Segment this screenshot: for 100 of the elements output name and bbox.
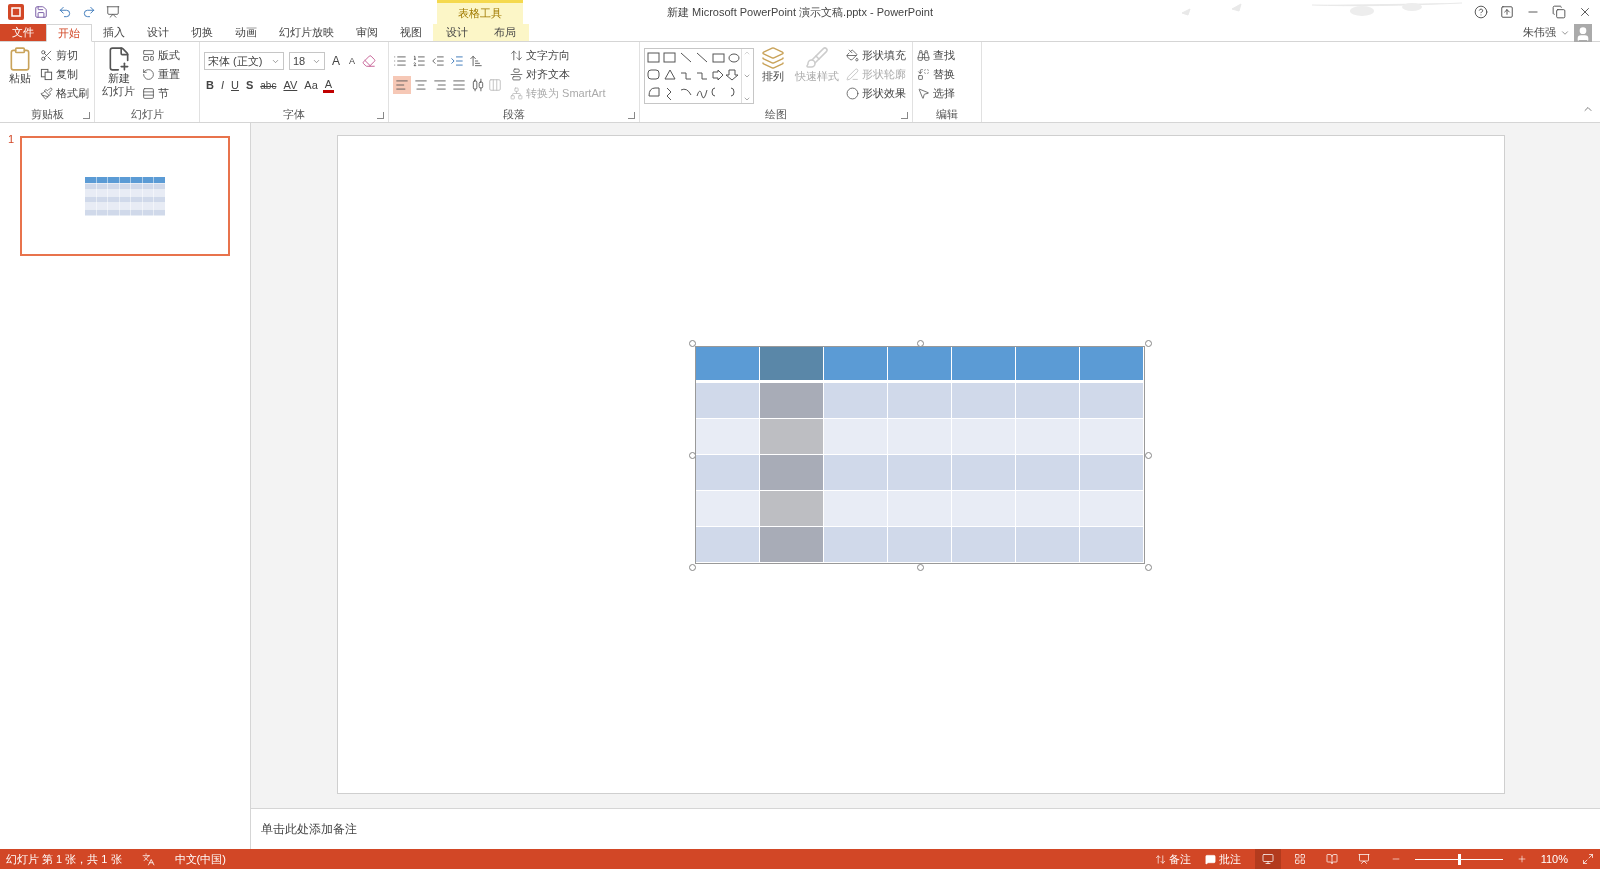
table-cell[interactable] — [823, 526, 888, 563]
slide-canvas[interactable] — [336, 135, 1505, 794]
format-button[interactable]: A — [322, 77, 335, 93]
launcher-icon[interactable] — [377, 112, 384, 119]
comments-button[interactable]: 批注 — [1204, 851, 1241, 867]
table-cell[interactable] — [1015, 418, 1080, 455]
format-button[interactable]: B — [204, 79, 216, 91]
format-button[interactable]: U — [229, 79, 241, 91]
table-cell[interactable] — [1079, 346, 1144, 383]
table-cell[interactable] — [887, 382, 952, 419]
ribbon-tab[interactable]: 设计 — [136, 24, 180, 41]
selection-handle[interactable] — [916, 339, 924, 347]
ribbon-button[interactable]: 重置 — [142, 66, 180, 82]
table-cell[interactable] — [1015, 454, 1080, 491]
notes-button[interactable]: 备注 — [1154, 851, 1191, 867]
ribbon-button[interactable]: 形状效果 — [846, 85, 906, 101]
ribbon-button[interactable]: 查找 — [917, 47, 955, 63]
launcher-icon[interactable] — [628, 112, 635, 119]
language[interactable]: 中文(中国) — [174, 851, 226, 867]
table-cell[interactable] — [887, 418, 952, 455]
table-cell[interactable] — [823, 454, 888, 491]
format-button[interactable]: AV — [281, 79, 300, 91]
table-cell[interactable] — [1015, 526, 1080, 563]
table-cell[interactable] — [1079, 454, 1144, 491]
table-cell[interactable] — [759, 490, 824, 527]
table-cell[interactable] — [887, 346, 952, 383]
table-cell[interactable] — [887, 454, 952, 491]
format-button[interactable]: I — [218, 79, 226, 91]
table-cell[interactable] — [695, 346, 760, 383]
table-cell[interactable] — [887, 490, 952, 527]
table-cell[interactable] — [759, 382, 824, 419]
ribbon-button[interactable]: 剪切 — [40, 47, 89, 63]
ribbon-button[interactable]: 对齐文本 — [510, 66, 606, 82]
ribbon-button[interactable]: 版式 — [142, 47, 180, 63]
table-cell[interactable] — [887, 526, 952, 563]
table-cell[interactable] — [695, 382, 760, 419]
selection-handle[interactable] — [688, 339, 696, 347]
zoom-thumb[interactable] — [1457, 853, 1461, 865]
zoom-level[interactable]: 110% — [1540, 853, 1568, 865]
table-cell[interactable] — [1079, 490, 1144, 527]
table-cell[interactable] — [951, 418, 1016, 455]
selection-handle[interactable] — [1144, 451, 1152, 459]
ribbon-tab[interactable]: 幻灯片放映 — [268, 24, 345, 41]
table-cell[interactable] — [1015, 346, 1080, 383]
shape-gallery[interactable] — [644, 48, 754, 104]
table-cell[interactable] — [759, 418, 824, 455]
font-name-field[interactable]: 宋体 (正文) — [204, 52, 284, 70]
ribbon-tab[interactable]: 审阅 — [345, 24, 389, 41]
selection-handle[interactable] — [688, 451, 696, 459]
ribbon-button[interactable]: 节 — [142, 85, 180, 101]
format-button[interactable]: S — [243, 79, 256, 91]
table-cell[interactable] — [951, 526, 1016, 563]
ribbon-tab[interactable]: 切换 — [180, 24, 224, 41]
ribbon-button[interactable]: 排列 — [758, 44, 788, 107]
table-cell[interactable] — [695, 418, 760, 455]
ribbon-tab[interactable]: 设计 — [433, 24, 481, 41]
table-cell[interactable] — [759, 454, 824, 491]
ribbon-button[interactable]: 选择 — [917, 85, 955, 101]
launcher-icon[interactable] — [901, 112, 908, 119]
user-name[interactable]: 朱伟强 — [1523, 25, 1556, 40]
table-cell[interactable] — [823, 490, 888, 527]
selection-handle[interactable] — [916, 563, 924, 571]
table-cell[interactable] — [695, 454, 760, 491]
paste-button[interactable]: 粘贴 — [4, 44, 36, 107]
table-cell[interactable] — [759, 346, 824, 383]
format-button[interactable]: Aa — [302, 79, 320, 91]
table-cell[interactable] — [1015, 490, 1080, 527]
shrink-font-button[interactable]: A — [347, 56, 358, 66]
ribbon-button[interactable]: 形状填充 — [846, 47, 906, 63]
slide-thumbnail[interactable] — [20, 136, 231, 256]
ribbon-tab[interactable]: 布局 — [481, 24, 529, 41]
grow-font-button[interactable]: A — [330, 54, 342, 68]
selection-handle[interactable] — [1144, 563, 1152, 571]
ribbon-tab[interactable]: 插入 — [92, 24, 136, 41]
table-cell[interactable] — [695, 526, 760, 563]
table-cell[interactable] — [759, 526, 824, 563]
table-cell[interactable] — [823, 418, 888, 455]
ribbon-tab[interactable]: 开始 — [46, 24, 92, 42]
ribbon-button[interactable]: 替换 — [917, 66, 955, 82]
format-button[interactable]: abc — [258, 79, 279, 91]
table-cell[interactable] — [823, 346, 888, 383]
table-cell[interactable] — [1079, 382, 1144, 419]
ribbon-button[interactable]: 格式刷 — [40, 85, 89, 101]
table-cell[interactable] — [1079, 526, 1144, 563]
font-size-field[interactable]: 18 — [289, 52, 325, 70]
ribbon-tab[interactable]: 文件 — [0, 24, 46, 41]
table-cell[interactable] — [1015, 382, 1080, 419]
view-button[interactable] — [1254, 849, 1281, 869]
ribbon-button[interactable]: 复制 — [40, 66, 89, 82]
table[interactable] — [694, 345, 1145, 564]
selection-handle[interactable] — [688, 563, 696, 571]
table-cell[interactable] — [823, 382, 888, 419]
ribbon-button[interactable]: 文字方向 — [510, 47, 606, 63]
table-cell[interactable] — [951, 346, 1016, 383]
launcher-icon[interactable] — [83, 112, 90, 119]
table-cell[interactable] — [951, 454, 1016, 491]
selection-handle[interactable] — [1144, 339, 1152, 347]
notes-placeholder[interactable]: 单击此处添加备注 — [261, 820, 357, 838]
ribbon-tab[interactable]: 动画 — [224, 24, 268, 41]
table-cell[interactable] — [695, 490, 760, 527]
